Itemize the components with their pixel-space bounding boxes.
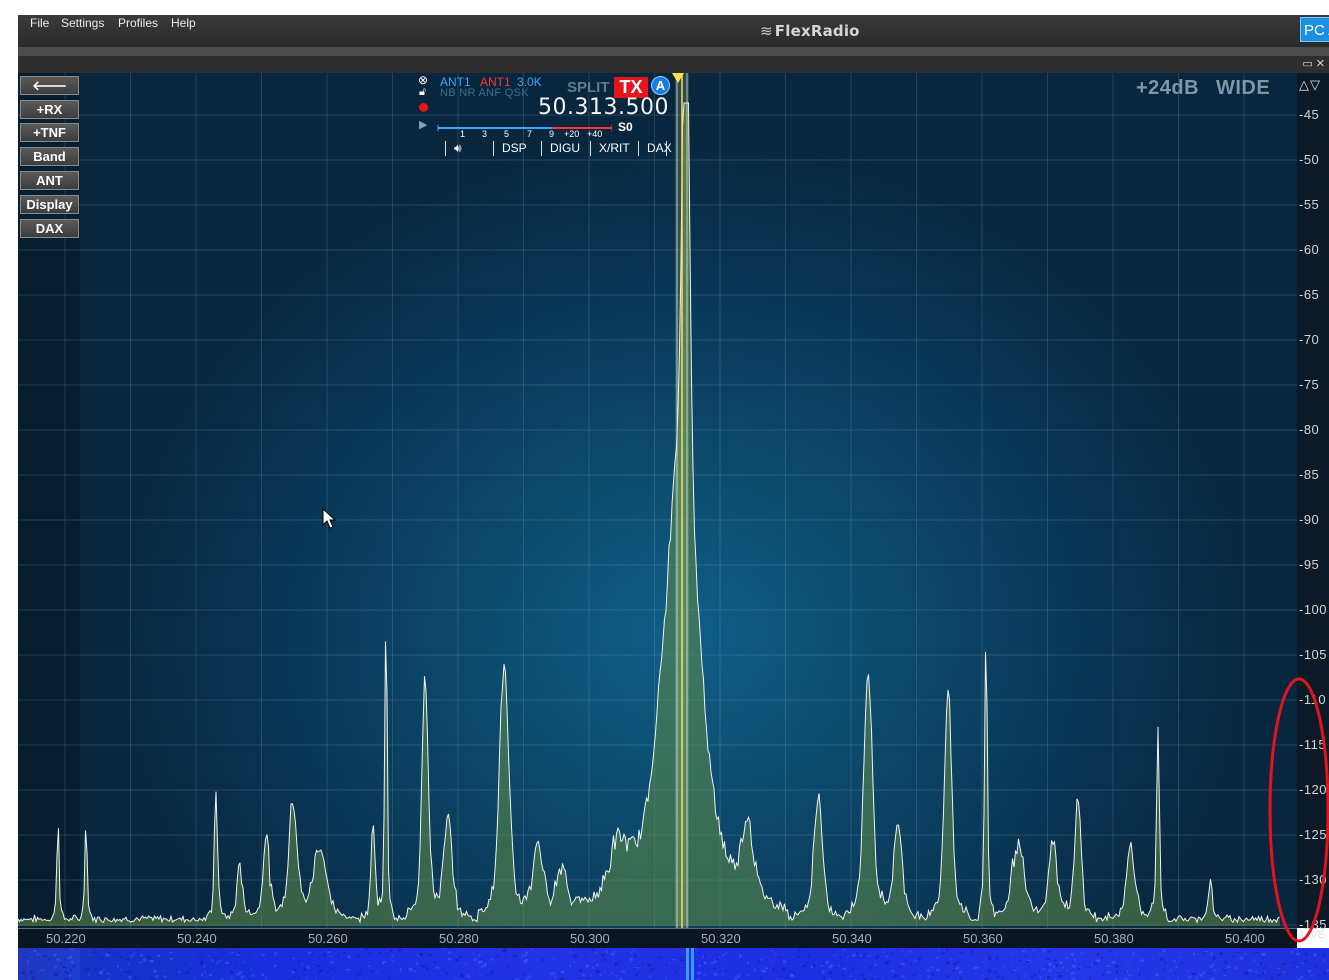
- slice-letter-badge: A: [651, 76, 670, 95]
- freq-label: 50.280: [439, 931, 479, 946]
- freq-label: 50.360: [963, 931, 1003, 946]
- tab-bar-end: [666, 141, 667, 156]
- flexradio-logo: ≋ FlexRadio: [760, 22, 860, 40]
- s-tick-1: 1: [460, 129, 466, 139]
- dbm-label: -45: [1299, 107, 1320, 122]
- s-tick-7: 7: [527, 129, 533, 139]
- add-rx-button[interactable]: +RX: [20, 100, 79, 119]
- menu-profiles[interactable]: Profiles: [118, 16, 158, 30]
- menu-help[interactable]: Help: [171, 16, 196, 30]
- slice-frequency[interactable]: 50.313.500: [538, 95, 669, 120]
- s-tick-3: 3: [482, 129, 488, 139]
- panadapter-header: ▭ ✕: [18, 56, 1329, 73]
- s-meter: 1 3 5 7 9 +20 +40: [432, 125, 612, 141]
- dbm-label: -105: [1299, 647, 1328, 662]
- dbm-label: -50: [1299, 152, 1320, 167]
- dbm-label: -70: [1299, 332, 1320, 347]
- band-button[interactable]: Band: [20, 147, 79, 166]
- audio-tab[interactable]: 🔊︎: [445, 141, 484, 156]
- close-icon[interactable]: ✕: [1316, 58, 1325, 70]
- freq-label: 50.340: [832, 931, 872, 946]
- panadapter[interactable]: 🡐 +RX +TNF Band ANT Display DAX +24dB WI…: [18, 73, 1297, 928]
- lock-icon[interactable]: 🔓︎: [419, 86, 426, 99]
- title-bar: File Settings Profiles Help ≋ FlexRadio P…: [18, 15, 1329, 47]
- mouse-cursor-icon: [322, 508, 336, 529]
- menu-file[interactable]: File: [30, 16, 49, 30]
- close-slice-icon[interactable]: ⊗: [418, 73, 428, 87]
- speaker-icon: 🔊︎: [454, 141, 462, 155]
- logo-text: FlexRadio: [774, 22, 860, 40]
- ant-button[interactable]: ANT: [20, 171, 79, 190]
- freq-label: 50.320: [701, 931, 741, 946]
- spectrum-graph: [18, 73, 1297, 928]
- collapse-button[interactable]: 🡐: [20, 76, 79, 95]
- s-meter-reading: S0: [618, 120, 633, 134]
- dbm-label: -75: [1299, 377, 1320, 392]
- freq-label: 50.260: [308, 931, 348, 946]
- split-button[interactable]: SPLIT: [567, 79, 610, 96]
- record-icon[interactable]: [419, 103, 428, 112]
- dbm-label: -65: [1299, 287, 1320, 302]
- dax-button[interactable]: DAX: [20, 219, 79, 238]
- xrit-tab[interactable]: X/RIT: [590, 141, 630, 156]
- bandwidth-mode: WIDE: [1216, 77, 1271, 99]
- frequency-axis[interactable]: 50.220 50.240 50.260 50.280 50.300 50.320 50.3…: [18, 928, 1297, 949]
- dbm-label: -55: [1299, 197, 1320, 212]
- freq-label: 50.220: [46, 931, 86, 946]
- freq-label: 50.240: [177, 931, 217, 946]
- dbm-label: -80: [1299, 422, 1320, 437]
- dsp-flags: NB NR ANF QSK: [440, 87, 529, 99]
- s-tick-9: 9: [549, 129, 555, 139]
- dbm-label: -85: [1299, 467, 1320, 482]
- digu-tab[interactable]: DIGU: [541, 141, 580, 156]
- freq-label: 50.400: [1225, 931, 1265, 946]
- display-button[interactable]: Display: [20, 195, 79, 214]
- minimize-icon[interactable]: ▭: [1302, 58, 1312, 70]
- menu-settings[interactable]: Settings: [61, 16, 104, 30]
- play-icon[interactable]: ▶: [419, 118, 427, 131]
- dbm-label: -100: [1299, 602, 1328, 617]
- dbm-label: -60: [1299, 242, 1320, 257]
- slice-tab-bar: 🔊︎ DSP DIGU X/RIT DAX: [426, 140, 672, 157]
- scale-adjust-icon[interactable]: △▽: [1299, 77, 1321, 93]
- annotation-circle: [1268, 677, 1329, 943]
- s-tick-20: +20: [564, 129, 580, 139]
- freq-label: 50.300: [570, 931, 610, 946]
- s-tick-40: +40: [587, 129, 603, 139]
- slice-flag: ⊗ 🔓︎ ▶ ANT1 ANT1 3.0K NB NR ANF QSK SPLI…: [418, 73, 672, 159]
- panadapter-window-controls: ▭ ✕: [1302, 57, 1325, 70]
- dbm-label: -90: [1299, 512, 1320, 527]
- s-tick-5: 5: [504, 129, 510, 139]
- dbm-label: -95: [1299, 557, 1320, 572]
- toolbar-strip: [18, 47, 1329, 56]
- gain-readout: +24dB: [1136, 77, 1200, 99]
- add-tnf-button[interactable]: +TNF: [20, 123, 79, 142]
- pc-audio-button[interactable]: PC Audio: [1300, 17, 1329, 42]
- waterfall[interactable]: [18, 948, 1329, 980]
- flexradio-wave-icon: ≋: [760, 22, 773, 40]
- dsp-tab[interactable]: DSP: [493, 141, 527, 156]
- freq-label: 50.380: [1094, 931, 1134, 946]
